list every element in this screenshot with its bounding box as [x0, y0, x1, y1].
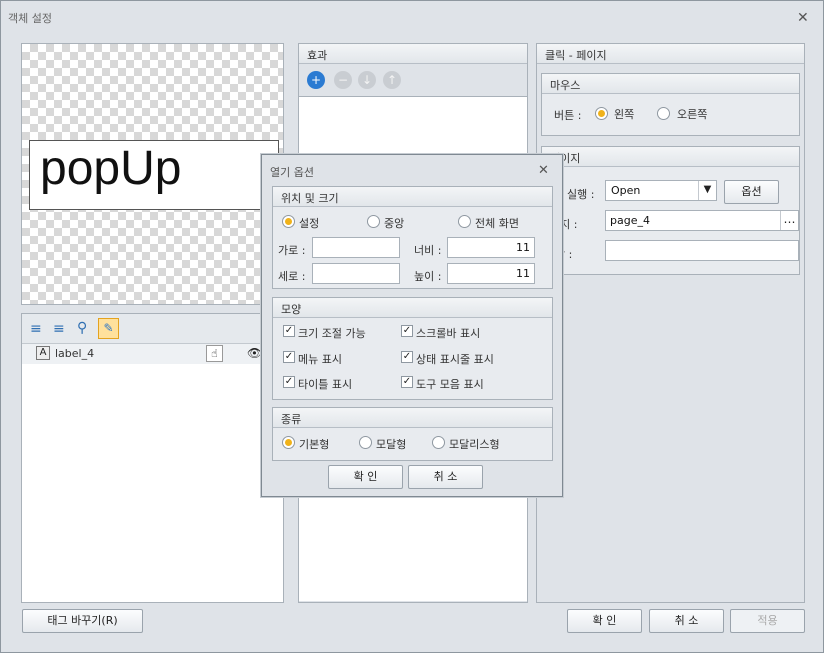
page-group: 페이지 실행 : Open ▼ 옵션 이지 : page_4 … 창 :	[541, 146, 800, 275]
modal-type-radio[interactable]	[359, 436, 372, 449]
popup-preview-text: popUp	[40, 142, 182, 195]
layer-panel: ≡ ≡ ⚲ ✎ A label_4 ☝ 👁	[21, 313, 284, 603]
ellipsis-icon[interactable]: …	[780, 211, 798, 230]
x-input[interactable]	[312, 237, 400, 258]
page-header: 페이지	[542, 147, 799, 167]
move-down-layer-icon[interactable]: ≡	[53, 321, 65, 337]
close-icon[interactable]: ✕	[538, 164, 549, 178]
click-page-header: 클릭 - 페이지	[537, 44, 804, 64]
modal-type-label: 모달형	[376, 438, 407, 451]
hand-icon[interactable]: ☝	[206, 345, 223, 362]
shape-group: 모양 ✓ 크기 조절 가능 ✓ 스크롤바 표시 ✓ 메뉴 표시 ✓ 상태 표시줄…	[272, 297, 553, 400]
layer-toolbar: ≡ ≡ ⚲ ✎	[22, 314, 283, 344]
arrow-down-icon[interactable]: ↓	[358, 71, 376, 89]
chevron-down-icon[interactable]: ▼	[698, 181, 716, 200]
window-title: 객체 설정	[8, 12, 52, 25]
mouse-header: 마우스	[542, 74, 799, 94]
statusbar-checkbox[interactable]: ✓	[401, 351, 413, 363]
eye-icon[interactable]: 👁	[247, 346, 262, 360]
option-button[interactable]: 옵션	[724, 180, 779, 204]
label-icon: A	[36, 346, 50, 360]
width-value: 11	[516, 241, 530, 254]
filter-icon[interactable]: ⚲	[77, 320, 87, 336]
position-header: 위치 및 크기	[273, 187, 552, 207]
position-size-group: 위치 및 크기 설정 중앙 전체 화면 가로 : 너비 : 11 세로 : 높이…	[272, 186, 553, 289]
edit-icon[interactable]: ✎	[98, 318, 119, 339]
resize-label: 크기 조절 가능	[298, 327, 366, 340]
toolbar-checkbox[interactable]: ✓	[401, 376, 413, 388]
center-radio-label: 중앙	[384, 217, 405, 230]
fullscreen-radio[interactable]	[458, 215, 471, 228]
width-label: 너비 :	[414, 244, 442, 257]
mouse-group: 마우스 버튼 : 왼쪽 오른쪽	[541, 73, 800, 136]
resize-checkbox[interactable]: ✓	[283, 325, 295, 337]
toolbar-label: 도구 모음 표시	[416, 378, 484, 391]
titlebar: 객체 설정 ✕	[1, 1, 823, 31]
page-input[interactable]: page_4 …	[605, 210, 799, 231]
layer-label: label_4	[55, 347, 95, 360]
tag-change-button[interactable]: 태그 바꾸기(R)	[22, 609, 143, 633]
basic-type-radio[interactable]	[282, 436, 295, 449]
setting-radio[interactable]	[282, 215, 295, 228]
click-page-panel: 클릭 - 페이지 마우스 버튼 : 왼쪽 오른쪽 페이지 실행 : Open ▼…	[536, 43, 805, 603]
right-click-label: 오른쪽	[677, 108, 708, 121]
dialog-ok-button[interactable]: 확 인	[328, 465, 403, 489]
y-input[interactable]	[312, 263, 400, 284]
height-value: 11	[516, 267, 530, 280]
page-value: page_4	[610, 214, 650, 227]
modeless-type-radio[interactable]	[432, 436, 445, 449]
height-label: 높이 :	[414, 270, 442, 283]
execute-label: 실행 :	[567, 188, 595, 201]
height-input[interactable]: 11	[447, 263, 535, 284]
layer-row[interactable]: A label_4 ☝ 👁	[22, 344, 283, 364]
basic-type-label: 기본형	[299, 438, 330, 451]
ok-button[interactable]: 확 인	[567, 609, 642, 633]
titlebar-checkbox[interactable]: ✓	[283, 376, 295, 388]
width-input[interactable]: 11	[447, 237, 535, 258]
setting-radio-label: 설정	[299, 217, 320, 230]
scrollbar-checkbox[interactable]: ✓	[401, 325, 413, 337]
x-label: 가로 :	[278, 244, 306, 257]
plus-icon[interactable]: +	[307, 71, 325, 89]
popup-preview-label: popUp	[29, 140, 279, 210]
execute-select[interactable]: Open ▼	[605, 180, 717, 201]
menu-checkbox[interactable]: ✓	[283, 351, 295, 363]
arrow-up-icon[interactable]: ↑	[383, 71, 401, 89]
dialog-title: 열기 옵션	[270, 166, 314, 179]
modeless-type-label: 모달리스형	[449, 438, 500, 451]
preview-canvas: popUp	[21, 43, 284, 305]
execute-value: Open	[611, 184, 641, 197]
y-label: 세로 :	[278, 270, 306, 283]
right-click-radio[interactable]	[657, 107, 670, 120]
move-up-layer-icon[interactable]: ≡	[30, 321, 42, 337]
statusbar-label: 상태 표시줄 표시	[416, 353, 494, 366]
center-radio[interactable]	[367, 215, 380, 228]
type-header: 종류	[273, 408, 552, 428]
shape-header: 모양	[273, 298, 552, 318]
open-options-dialog: 열기 옵션 ✕ 위치 및 크기 설정 중앙 전체 화면 가로 : 너비 : 11…	[261, 154, 563, 497]
mouse-button-label: 버튼 :	[554, 109, 582, 122]
object-settings-window: 객체 설정 ✕ popUp ≡ ≡ ⚲ ✎ A label_4 ☝ 👁 효과 +…	[0, 0, 824, 653]
fullscreen-radio-label: 전체 화면	[475, 217, 519, 230]
dialog-cancel-button[interactable]: 취 소	[408, 465, 483, 489]
window-input[interactable]	[605, 240, 799, 261]
scrollbar-label: 스크롤바 표시	[416, 327, 481, 340]
left-click-label: 왼쪽	[614, 108, 635, 121]
titlebar-label: 타이틀 표시	[298, 378, 353, 391]
effect-header: 효과	[299, 44, 527, 64]
menu-label: 메뉴 표시	[298, 353, 342, 366]
close-icon[interactable]: ✕	[797, 11, 809, 25]
cancel-button[interactable]: 취 소	[649, 609, 724, 633]
left-click-radio[interactable]	[595, 107, 608, 120]
minus-icon[interactable]: −	[334, 71, 352, 89]
apply-button[interactable]: 적용	[730, 609, 805, 633]
type-group: 종류 기본형 모달형 모달리스형	[272, 407, 553, 461]
